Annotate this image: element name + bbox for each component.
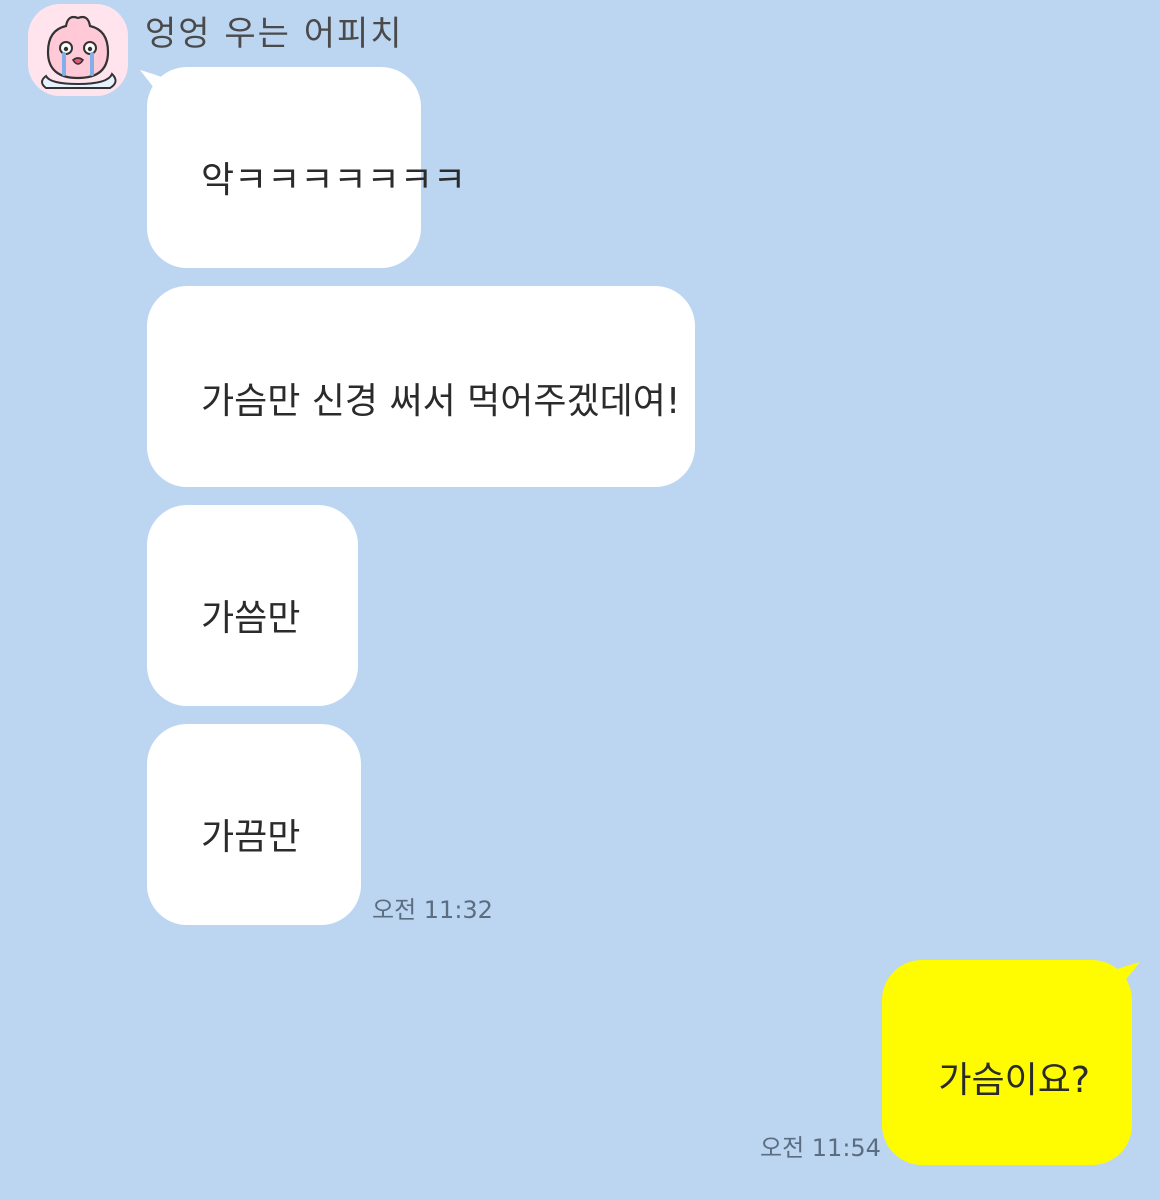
sender-avatar[interactable] bbox=[28, 4, 128, 96]
incoming-message-bubble[interactable]: 가슴만 신경 써서 먹어주겠데여! bbox=[147, 286, 695, 487]
incoming-timestamp: 오전 11:32 bbox=[372, 896, 493, 924]
outgoing-bubble-tail bbox=[1108, 962, 1140, 1000]
crying-apeach-avatar-icon bbox=[41, 15, 117, 89]
message-text: 가슴이요? bbox=[938, 1060, 1090, 1101]
message-text: 가끔만 bbox=[201, 817, 301, 858]
message-text: 악ㅋㅋㅋㅋㅋㅋㅋ bbox=[201, 160, 466, 201]
outgoing-message-bubble[interactable]: 가슴이요? bbox=[882, 960, 1132, 1165]
incoming-message-bubble[interactable]: 가끔만 bbox=[147, 724, 361, 925]
incoming-message-bubble[interactable]: 가씀만 bbox=[147, 505, 358, 706]
message-text: 가씀만 bbox=[201, 598, 301, 639]
incoming-message-bubble[interactable]: 악ㅋㅋㅋㅋㅋㅋㅋ bbox=[147, 67, 466, 268]
sender-name: 엉엉 우는 어피치 bbox=[145, 14, 404, 54]
message-text: 가슴만 신경 써서 먹어주겠데여! bbox=[201, 381, 681, 422]
outgoing-timestamp: 오전 11:54 bbox=[760, 1134, 881, 1162]
